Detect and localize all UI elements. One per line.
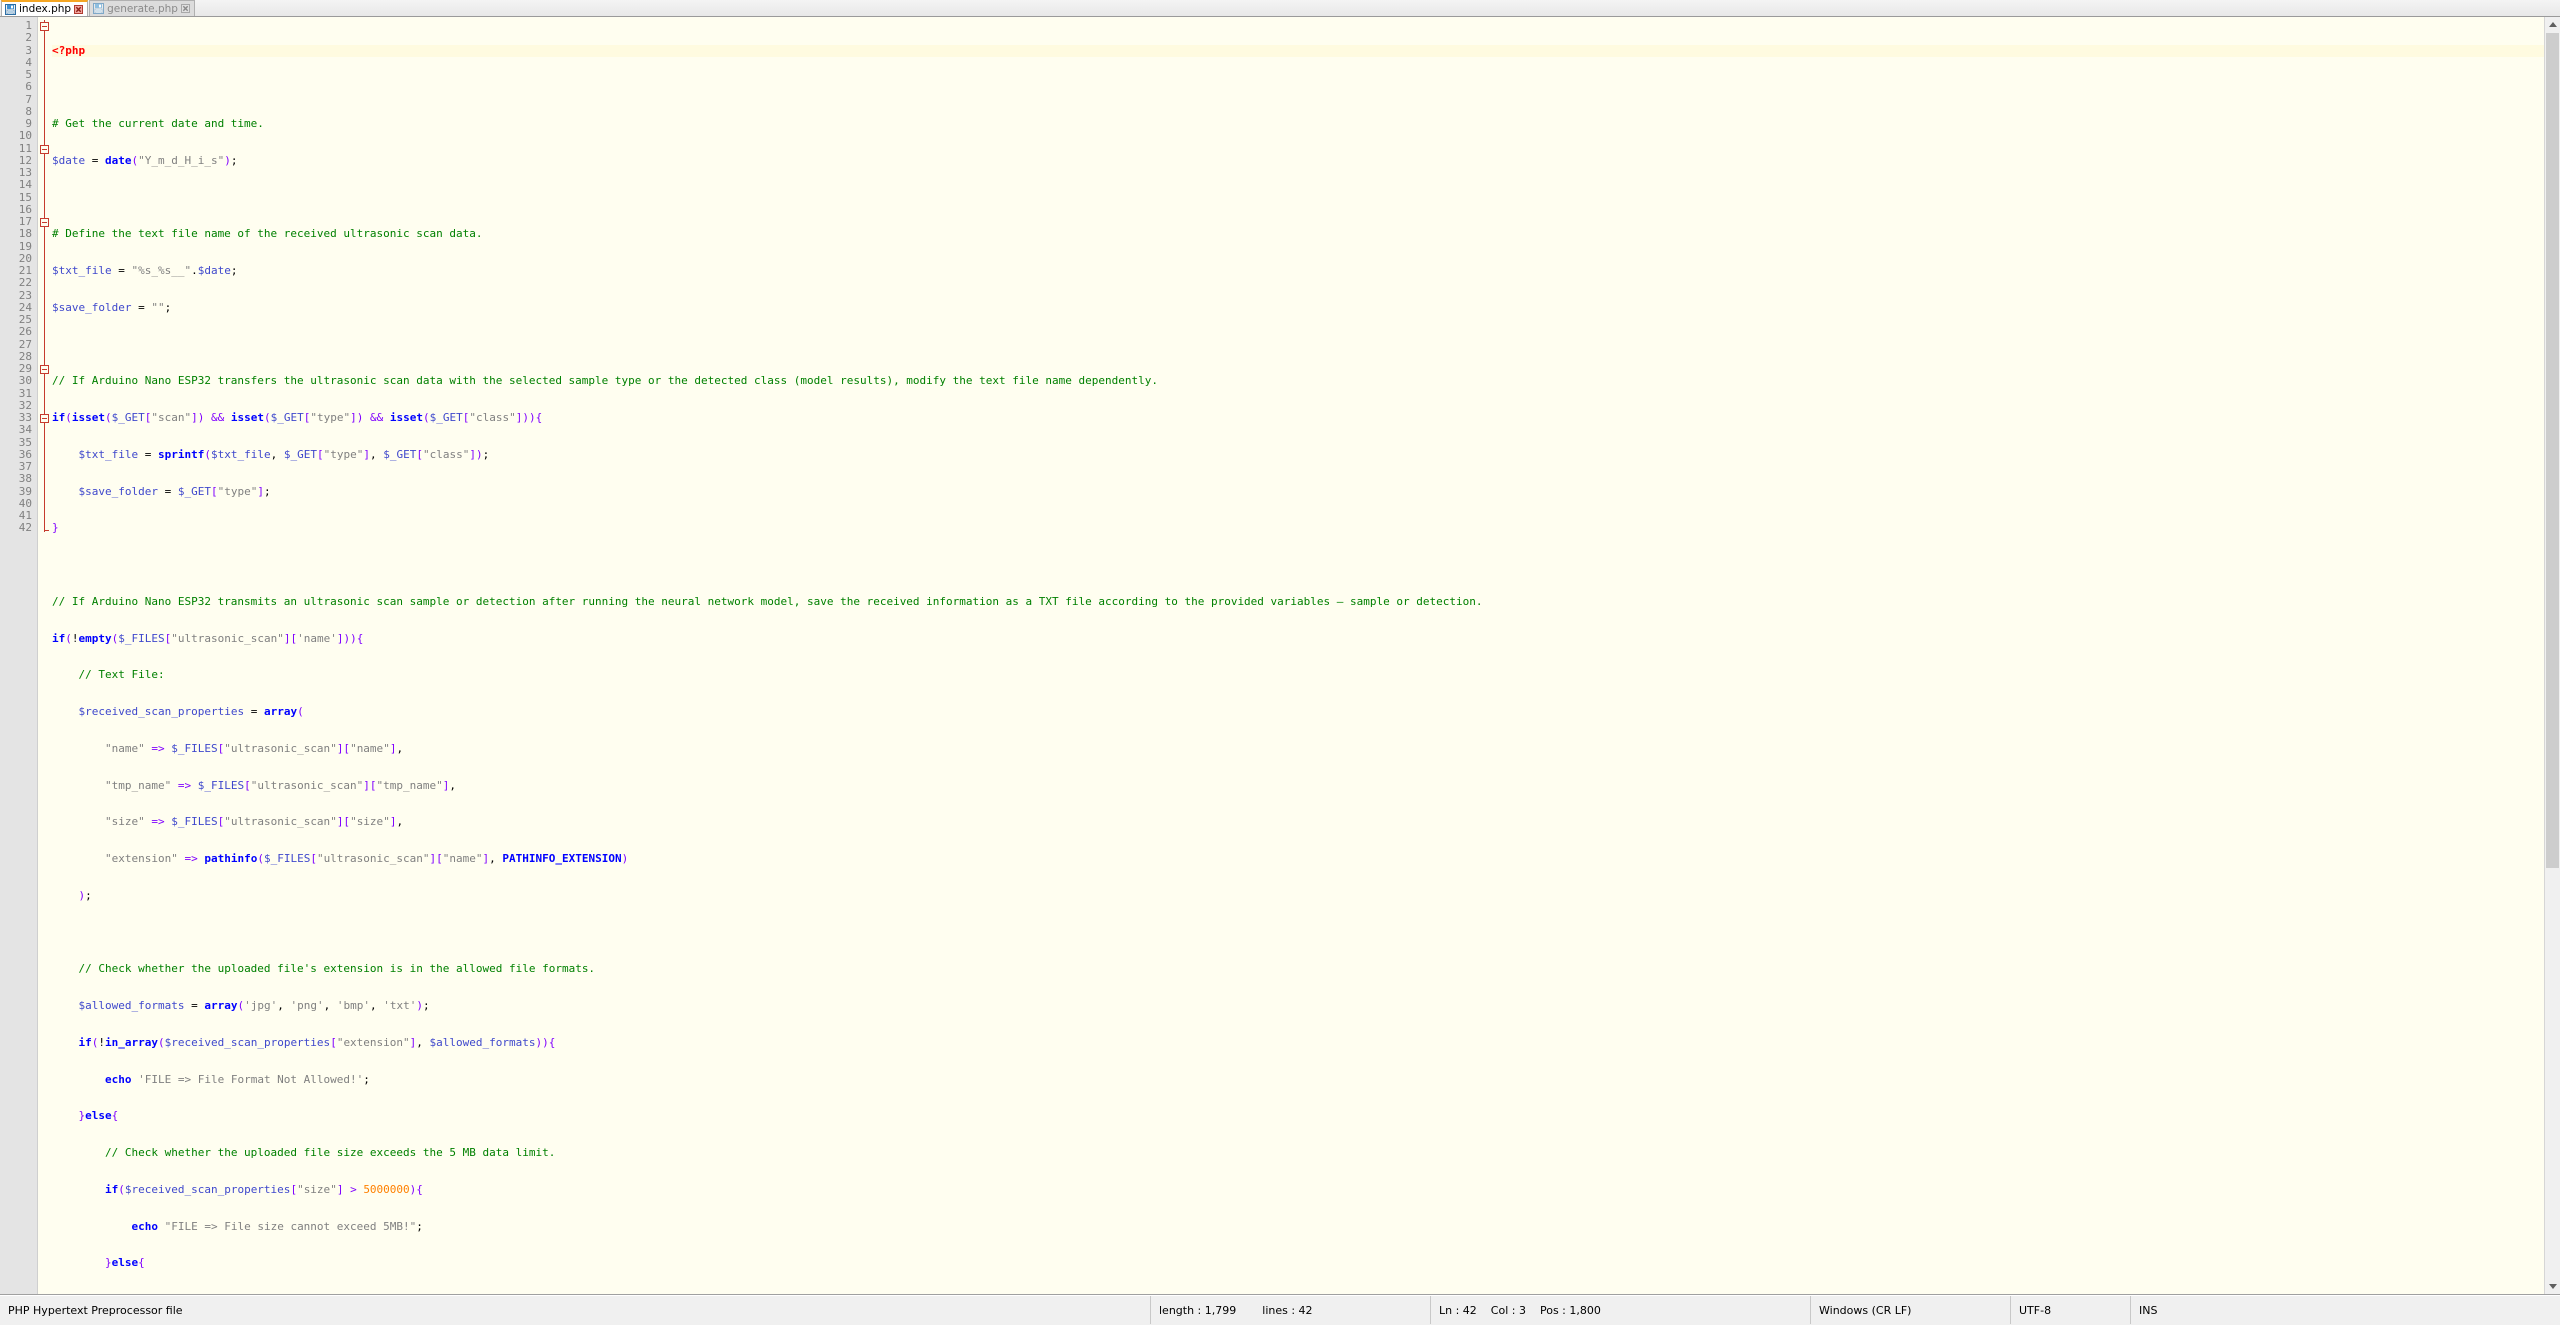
line-number: 15 [18,190,32,204]
fold-end-line-42 [44,530,49,531]
line-number: 22 [18,276,32,290]
line-number: 19 [18,239,32,253]
code-line: <?php [52,44,2560,57]
code-line: // If Arduino Nano ESP32 transfers the u… [52,374,1158,388]
floppy-icon [5,3,16,15]
line-number: 2 [25,31,32,45]
line-number: 31 [18,386,32,400]
editor-area[interactable]: 1 2 3 4 5 6 7 8 9 10 11 12 13 14 15 16 17 18 19 20 21 22 23 24 2… [0,17,2560,1295]
line-number: 7 [25,92,32,106]
line-number: 14 [18,178,32,192]
code-line: echo 'FILE => File Format Not Allowed!'; [104,1072,370,1086]
fold-toggle-line-11[interactable] [40,145,49,154]
code-line: "size" => $_FILES["ultrasonic_scan"]["si… [104,815,404,829]
status-encoding: UTF-8 [2010,1296,2130,1324]
code-folding-column[interactable] [38,17,52,1294]
tab-label: index.php [19,3,72,15]
line-number: 3 [25,43,32,57]
code-line: if(!in_array($received_scan_properties["… [78,1035,556,1049]
status-doc-type: PHP Hypertext Preprocessor file [8,1303,183,1317]
tab-index-php[interactable]: index.php [1,0,89,16]
code-line: }else{ [78,1109,119,1123]
vertical-scrollbar[interactable] [2544,17,2560,1294]
code-line: $date = date("Y_m_d_H_i_s"); [52,153,238,167]
code-line: if($received_scan_properties["size"] > 5… [104,1182,423,1196]
code-line: $save_folder = ""; [52,300,172,314]
status-length: length : 1,799 [1159,1303,1237,1317]
code-line: } [52,521,59,535]
code-line: $txt_file = "%s_%s__".$date; [52,264,238,277]
tab-bar: index.php generate.php [0,0,2560,17]
close-icon[interactable] [74,4,84,14]
line-number: 30 [18,374,32,388]
line-number: 23 [18,288,32,302]
code-content[interactable]: <?php # Get the current date and time. $… [52,17,2560,1294]
scroll-down-arrow[interactable] [2545,1279,2560,1294]
code-line: # Define the text file name of the recei… [52,227,483,241]
line-number: 38 [18,472,32,486]
status-lines: lines : 42 [1262,1303,1313,1317]
line-number: 35 [18,435,32,449]
scroll-up-arrow[interactable] [2545,17,2560,32]
status-bar: PHP Hypertext Preprocessor file length :… [0,1295,2560,1324]
line-number: 34 [18,423,32,437]
code-line: }else{ [104,1256,145,1270]
code-line: "extension" => pathinfo($_FILES["ultraso… [104,852,629,865]
status-pos: Pos : 1,800 [1539,1303,1601,1317]
status-insert-mode: INS [2130,1296,2165,1324]
line-number: 39 [18,484,32,498]
code-line: "name" => $_FILES["ultrasonic_scan"]["na… [104,741,404,755]
fold-toggle-line-17[interactable] [40,218,49,227]
fold-toggle-line-1[interactable] [40,22,49,31]
code-line: // Check whether the uploaded file's ext… [78,962,596,976]
code-line: if(!empty($_FILES["ultrasonic_scan"]['na… [52,631,364,645]
status-col: Col : 3 [1490,1303,1526,1317]
status-caret-position: Ln : 42 Col : 3 Pos : 1,800 [1430,1296,1810,1324]
code-line: // Text File: [78,668,165,682]
tab-generate-php[interactable]: generate.php [89,0,195,16]
fold-toggle-line-28[interactable] [40,365,49,374]
scrollbar-thumb[interactable] [2546,33,2559,868]
line-number: 27 [18,337,32,351]
code-line: if(isset($_GET["scan"]) && isset($_GET["… [52,411,543,424]
line-number: 10 [18,129,32,143]
line-number: 6 [25,80,32,94]
code-line: $txt_file = sprintf($txt_file, $_GET["ty… [78,447,490,461]
code-line: // Check whether the uploaded file size … [104,1146,556,1159]
tab-label: generate.php [107,2,178,15]
code-line: # Get the current date and time. [52,117,264,130]
status-ln: Ln : 42 [1439,1303,1477,1317]
code-line: "tmp_name" => $_FILES["ultrasonic_scan"]… [104,778,457,792]
status-eol-format: Windows (CR LF) [1810,1296,2010,1324]
line-number-gutter: 1 2 3 4 5 6 7 8 9 10 11 12 13 14 15 16 17 18 19 20 21 22 23 24 2… [0,17,38,1294]
line-number: 42 [18,521,32,535]
code-line: // If Arduino Nano ESP32 transmits an ul… [52,594,1483,608]
code-line: $allowed_formats = array('jpg', 'png', '… [78,999,430,1012]
status-length-lines: length : 1,799 lines : 42 [1150,1296,1430,1324]
code-line: $save_folder = $_GET["type"]; [78,484,271,498]
code-line: ); [78,888,92,902]
line-number: 11 [18,141,32,155]
fold-toggle-line-32[interactable] [40,414,49,423]
close-icon[interactable] [180,4,190,13]
line-number: 18 [18,227,32,241]
code-line: echo "FILE => File size cannot exceed 5M… [131,1219,423,1233]
line-number: 26 [18,325,32,339]
floppy-icon [93,3,105,14]
fold-line-php [44,20,45,532]
code-line: $received_scan_properties = array( [78,705,304,718]
